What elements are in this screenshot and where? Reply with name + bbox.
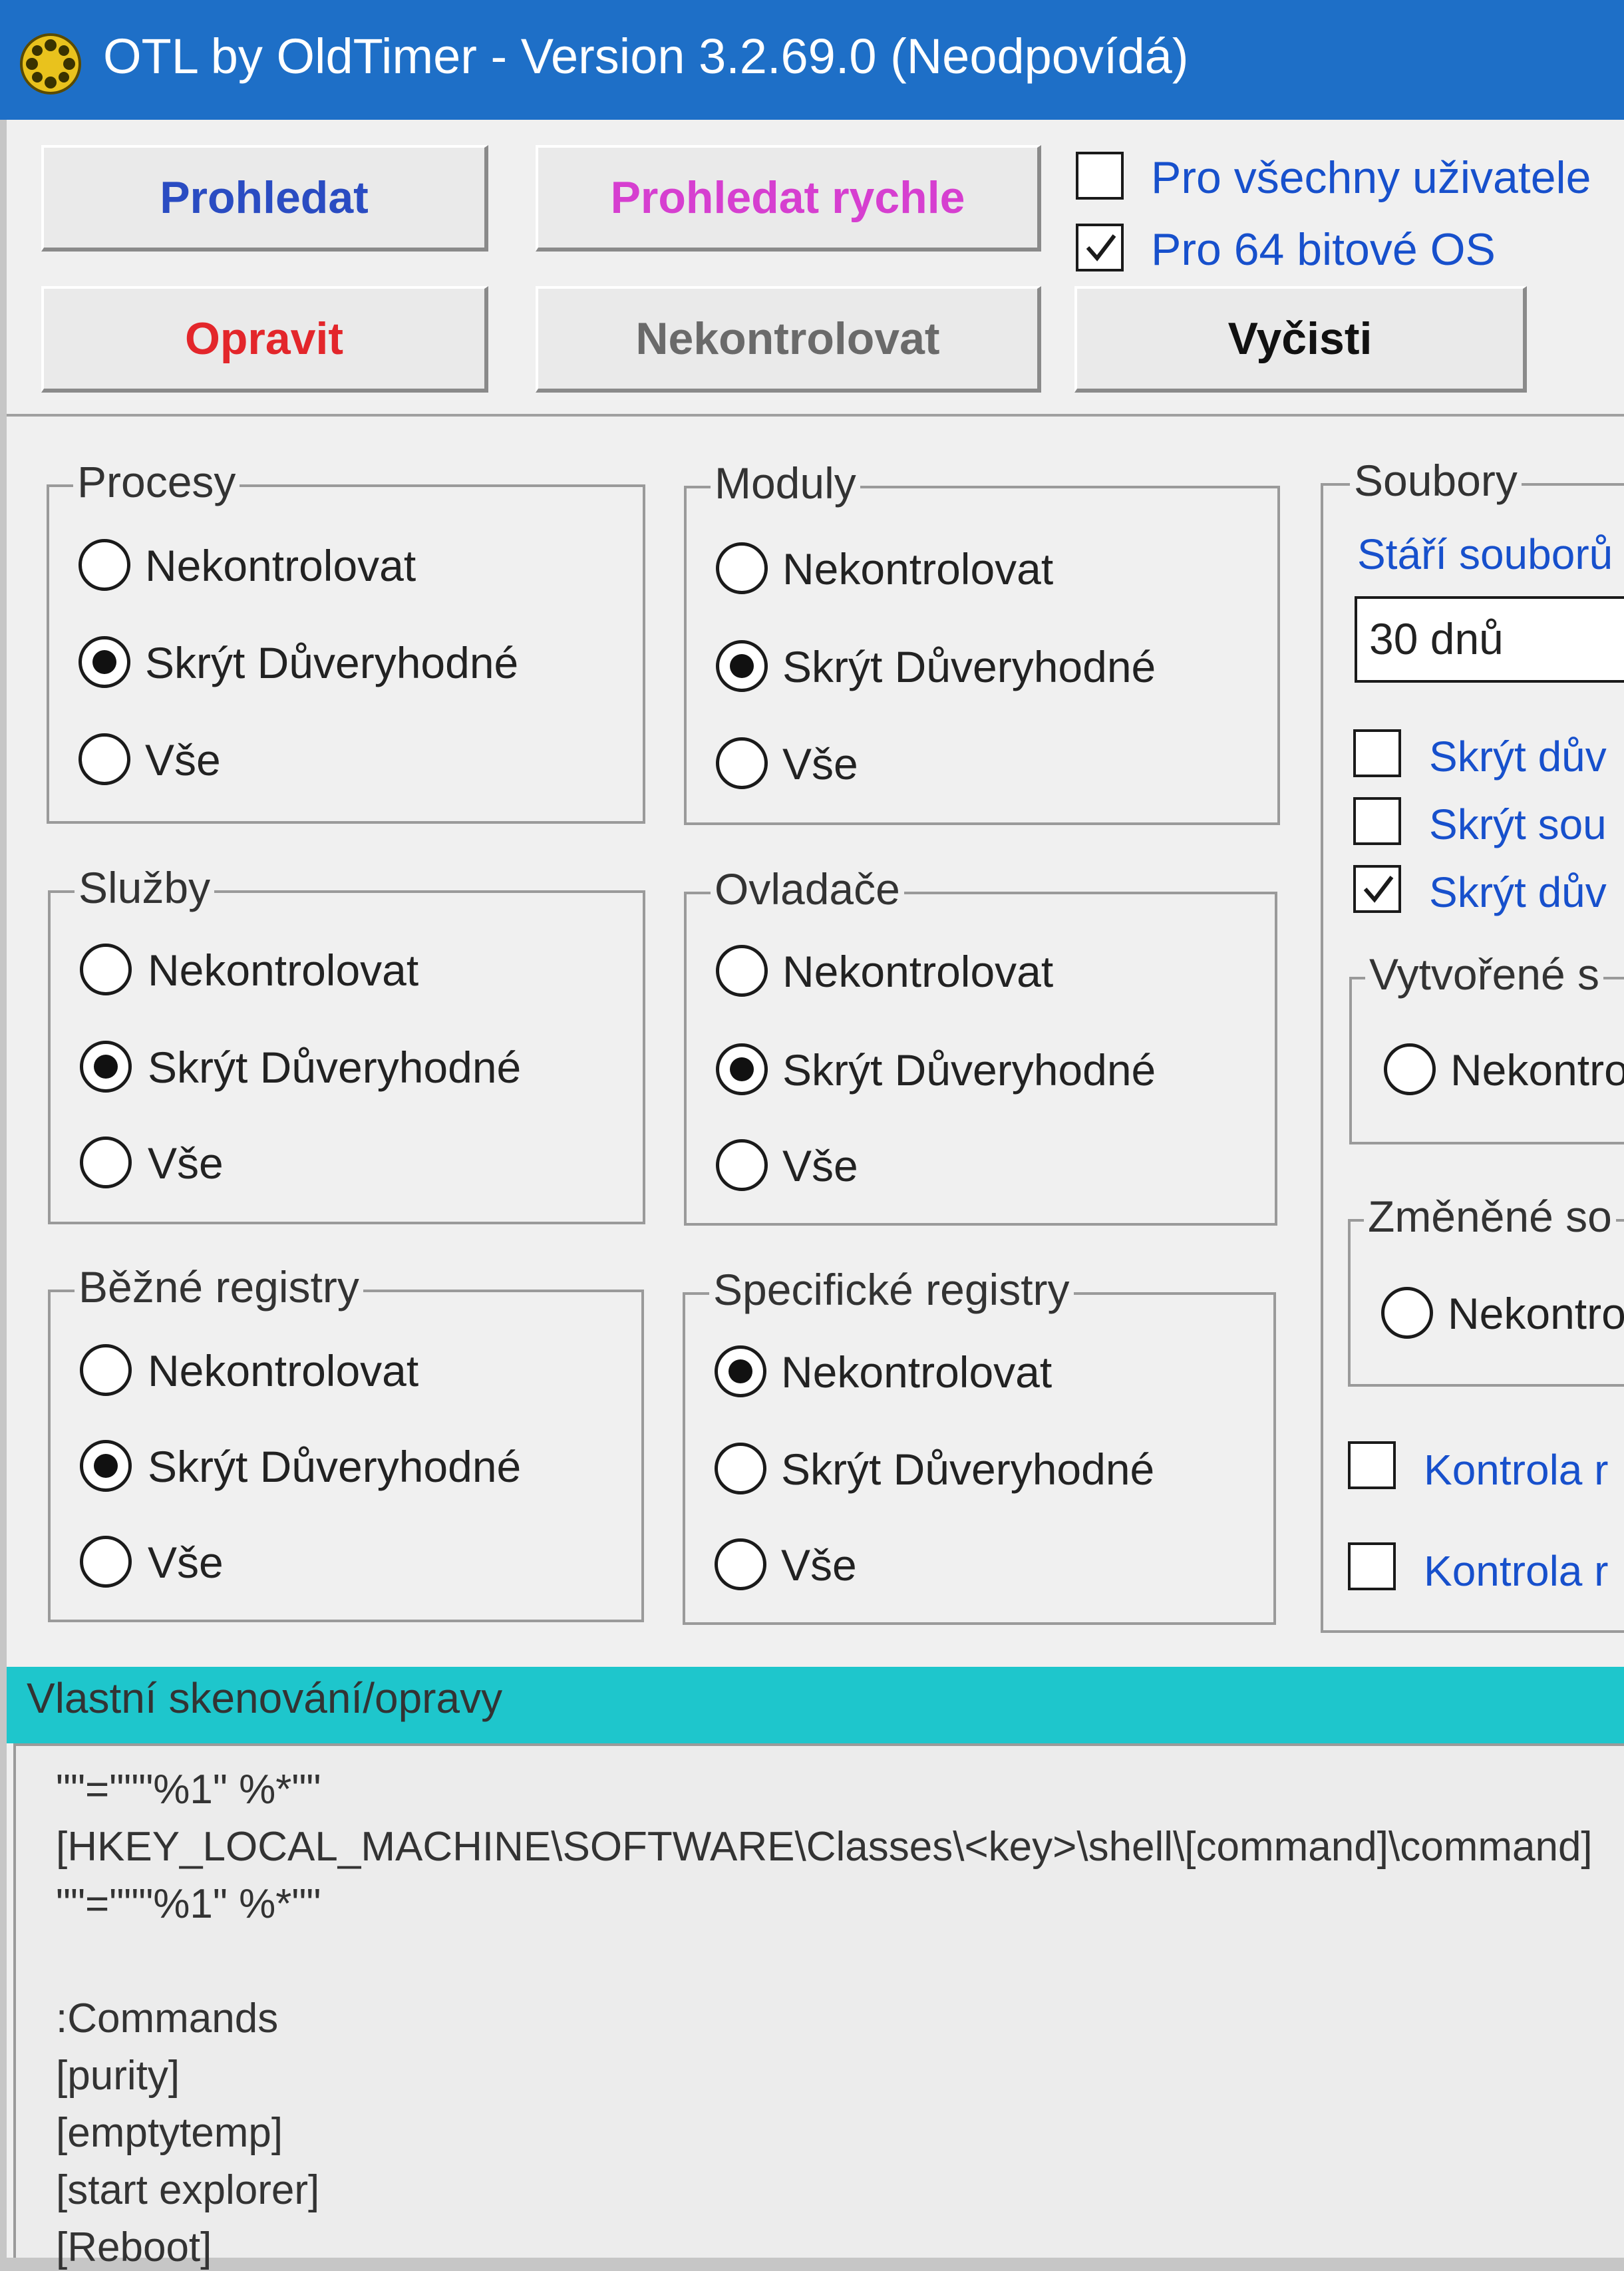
custom-line: :Commands — [56, 1996, 279, 2041]
quick-scan-button-label: Prohledat rychle — [610, 172, 965, 223]
files-check-2[interactable] — [1353, 797, 1401, 845]
drivers-radio-none[interactable] — [716, 945, 768, 997]
files-check-3[interactable] — [1353, 865, 1401, 913]
std-registry-radio-none[interactable] — [80, 1344, 132, 1396]
created-files-radio-none[interactable] — [1384, 1043, 1436, 1095]
fix-button-label: Opravit — [184, 313, 344, 364]
services-option-hide-trusted: Skrýt Důveryhodné — [148, 1043, 522, 1092]
files-check-1-label: Skrýt dův — [1429, 733, 1607, 781]
modified-files-radio-none[interactable] — [1381, 1287, 1433, 1339]
extra-registry-radio-all[interactable] — [715, 1538, 766, 1590]
drivers-radio-hide-trusted[interactable] — [716, 1043, 768, 1095]
custom-scans-title: Vlastní skenování/opravy — [27, 1674, 503, 1722]
services-option-none: Nekontrolovat — [148, 946, 419, 995]
drivers-radio-all[interactable] — [716, 1139, 768, 1191]
files-group-title: Soubory — [1350, 455, 1522, 506]
title-bar: OTL by OldTimer - Version 3.2.69.0 (Neod… — [0, 0, 1624, 120]
drivers-option-all: Vše — [782, 1141, 858, 1190]
radio-selected-dot — [729, 1359, 752, 1383]
custom-line: [purity] — [56, 2053, 180, 2099]
services-radio-hide-trusted[interactable] — [80, 1041, 132, 1093]
services-option-all: Vše — [148, 1138, 224, 1188]
modules-radio-all[interactable] — [716, 737, 768, 789]
files-bottom-check-1-label: Kontrola r — [1424, 1446, 1609, 1494]
processes-group-title: Procesy — [73, 456, 240, 507]
drivers-group-title: Ovladače — [711, 864, 904, 914]
modified-files-option-none: Nekontro — [1448, 1289, 1624, 1338]
services-radio-none[interactable] — [80, 944, 132, 995]
created-files-option-none: Nekontro — [1450, 1045, 1624, 1095]
custom-line: [Reboot] — [56, 2224, 212, 2270]
processes-option-all: Vše — [145, 735, 221, 785]
std-registry-option-all: Vše — [148, 1538, 224, 1587]
files-bottom-check-2[interactable] — [1348, 1542, 1396, 1590]
os64-label: Pro 64 bitové OS — [1151, 224, 1496, 275]
processes-radio-all[interactable] — [79, 733, 130, 785]
custom-line: [start explorer] — [56, 2167, 320, 2213]
extra-registry-group-title: Specifické registry — [709, 1264, 1074, 1315]
files-bottom-check-1[interactable] — [1348, 1441, 1396, 1489]
services-group-title: Služby — [75, 862, 215, 913]
modules-radio-hide-trusted[interactable] — [716, 640, 768, 692]
custom-line: ""="""%1" %*"" — [56, 1767, 321, 1813]
file-age-label: Stáří souborů — [1357, 530, 1613, 578]
files-check-3-label: Skrýt dův — [1429, 868, 1607, 916]
files-bottom-check-2-label: Kontrola r — [1424, 1547, 1609, 1595]
no-check-button-label: Nekontrolovat — [635, 313, 940, 364]
file-age-value: 30 dnů — [1369, 614, 1504, 663]
extra-registry-radio-hide-trusted[interactable] — [715, 1443, 766, 1494]
std-registry-radio-all[interactable] — [80, 1536, 132, 1588]
drivers-option-none: Nekontrolovat — [782, 947, 1054, 996]
created-files-group-title: Vytvořené s — [1365, 949, 1604, 999]
modules-radio-none[interactable] — [716, 542, 768, 594]
all-users-label: Pro všechny uživatele — [1151, 152, 1591, 203]
all-users-checkbox[interactable] — [1076, 152, 1124, 200]
extra-registry-option-all: Vše — [781, 1540, 857, 1590]
services-radio-all[interactable] — [80, 1136, 132, 1188]
fix-button[interactable]: Opravit — [41, 286, 488, 393]
no-check-button[interactable]: Nekontrolovat — [536, 286, 1041, 393]
modules-option-all: Vše — [782, 739, 858, 788]
radio-selected-dot — [730, 1057, 754, 1081]
clean-button-label: Vyčisti — [1227, 313, 1373, 364]
clean-button[interactable]: Vyčisti — [1074, 286, 1527, 393]
checkmark-icon — [1086, 234, 1116, 262]
radio-selected-dot — [92, 650, 116, 674]
extra-registry-option-hide-trusted: Skrýt Důveryhodné — [781, 1445, 1155, 1494]
radio-selected-dot — [730, 654, 754, 678]
toolbar-divider — [7, 414, 1624, 417]
processes-radio-hide-trusted[interactable] — [79, 636, 130, 688]
std-registry-option-none: Nekontrolovat — [148, 1346, 419, 1395]
file-age-field[interactable]: 30 dnů — [1355, 596, 1624, 683]
modules-group-title: Moduly — [711, 458, 860, 508]
std-registry-option-hide-trusted: Skrýt Důveryhodné — [148, 1442, 522, 1491]
processes-radio-none[interactable] — [79, 539, 130, 591]
scan-button[interactable]: Prohledat — [41, 145, 488, 252]
custom-scans-textarea[interactable]: ""="""%1" %*"" [HKEY_LOCAL_MACHINE\SOFTW… — [13, 1743, 1624, 2270]
drivers-option-hide-trusted: Skrýt Důveryhodné — [782, 1045, 1156, 1095]
processes-option-hide-trusted: Skrýt Důveryhodné — [145, 638, 519, 687]
otl-app-icon — [20, 33, 81, 94]
std-registry-group-title: Běžné registry — [75, 1262, 363, 1312]
custom-line: [HKEY_LOCAL_MACHINE\SOFTWARE\Classes\<ke… — [56, 1824, 1593, 1870]
modules-option-none: Nekontrolovat — [782, 544, 1054, 594]
files-check-2-label: Skrýt sou — [1429, 800, 1607, 848]
quick-scan-button[interactable]: Prohledat rychle — [536, 145, 1041, 252]
custom-line: ""="""%1" %*"" — [56, 1881, 321, 1927]
os64-checkbox[interactable] — [1076, 224, 1124, 271]
processes-option-none: Nekontrolovat — [145, 541, 416, 590]
extra-registry-radio-none[interactable] — [715, 1345, 766, 1397]
radio-selected-dot — [94, 1055, 118, 1079]
modified-files-group-title: Změněné so — [1364, 1191, 1616, 1242]
window-title: OTL by OldTimer - Version 3.2.69.0 (Neod… — [103, 29, 1189, 84]
modules-option-hide-trusted: Skrýt Důveryhodné — [782, 642, 1156, 691]
checkmark-icon — [1363, 876, 1394, 903]
radio-selected-dot — [94, 1454, 118, 1478]
extra-registry-option-none: Nekontrolovat — [781, 1347, 1053, 1397]
files-check-1[interactable] — [1353, 729, 1401, 777]
scan-button-label: Prohledat — [160, 172, 369, 223]
custom-line: [emptytemp] — [56, 2110, 283, 2156]
std-registry-radio-hide-trusted[interactable] — [80, 1440, 132, 1492]
